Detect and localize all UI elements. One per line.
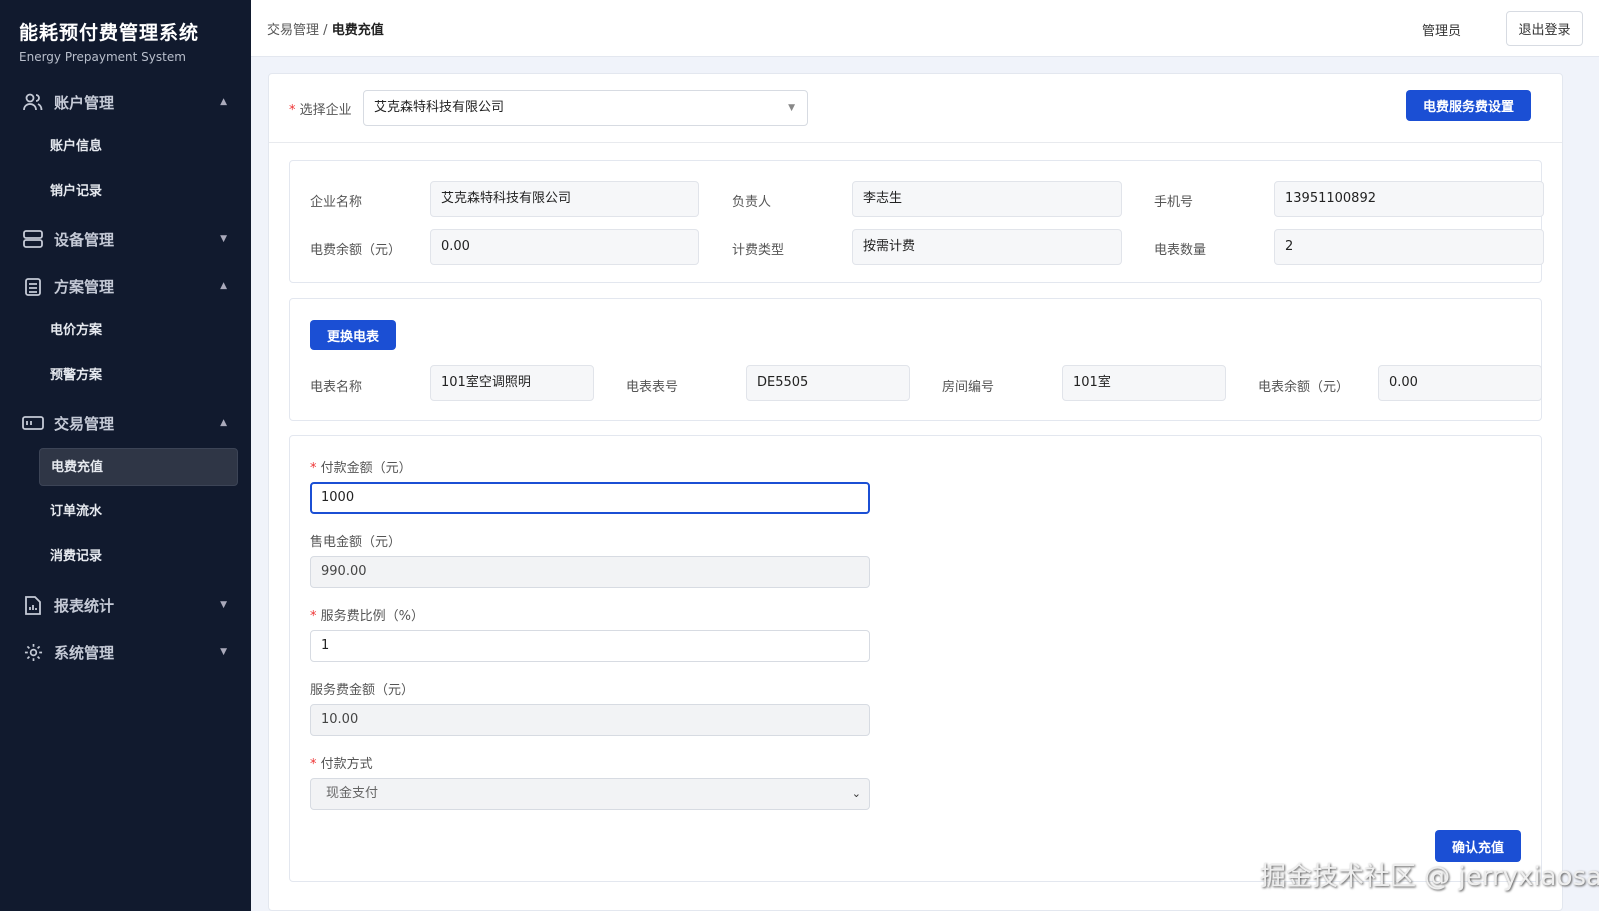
payment-form: * 付款金额（元） 1000 售电金额（元） 990.00 * 服务费比例（%）… <box>289 435 1542 882</box>
recharge-card: * 选择企业 艾克森特科技有限公司 ▼ 电费服务费设置 企业名称 艾克森特科技有限… <box>268 73 1563 911</box>
caret-down-icon: ▼ <box>788 103 795 113</box>
chevron-down-icon: ▼ <box>220 234 227 244</box>
menu-label: 报表统计 <box>54 596 115 615</box>
chevron-up-icon: ▲ <box>220 418 227 428</box>
chevron-down-icon: ⌄ <box>851 787 861 800</box>
breadcrumb-current: 电费充值 <box>331 23 384 38</box>
pay-method-label: * 付款方式 <box>310 757 373 772</box>
room-no-label: 房间编号 <box>942 380 995 395</box>
meter-balance-field: 0.00 <box>1378 365 1542 401</box>
sidebar: 能耗预付费管理系统 Energy Prepayment System 账户管理 ▲… <box>0 0 251 911</box>
watermark: 掘金技术社区 @ jerryxiaosa <box>1260 862 1599 892</box>
menu-label: 账户管理 <box>54 93 115 112</box>
sidebar-item-recharge[interactable]: 电费充值 <box>39 448 238 486</box>
meter-no-label: 电表表号 <box>626 380 679 395</box>
phone-label: 手机号 <box>1154 195 1194 210</box>
gear-icon <box>22 641 44 663</box>
service-ratio-label: * 服务费比例（%） <box>310 609 424 624</box>
app-title: 能耗预付费管理系统 <box>19 22 200 44</box>
sidebar-item-account-info[interactable]: 账户信息 <box>39 128 238 166</box>
breadcrumb-separator: / <box>323 23 328 38</box>
server-icon <box>22 228 44 250</box>
company-select[interactable]: 艾克森特科技有限公司 ▼ <box>363 90 808 126</box>
service-fee-label: 服务费金额（元） <box>310 683 415 698</box>
sidebar-item-consumption[interactable]: 消费记录 <box>39 538 238 576</box>
service-fee-settings-button[interactable]: 电费服务费设置 <box>1406 90 1531 121</box>
clipboard-icon <box>22 275 44 297</box>
sidebar-item-price-plan[interactable]: 电价方案 <box>39 312 238 350</box>
header: 交易管理 / 电费充值 管理员 退出登录 <box>251 0 1599 57</box>
meter-count-label: 电表数量 <box>1154 243 1207 258</box>
chevron-down-icon: ▼ <box>220 647 227 657</box>
select-company-label: * 选择企业 <box>289 103 352 118</box>
meter-count-field: 2 <box>1274 229 1544 265</box>
owner-field: 李志生 <box>852 181 1122 217</box>
owner-label: 负责人 <box>732 195 772 210</box>
chevron-up-icon: ▲ <box>220 97 227 107</box>
service-fee-field: 10.00 <box>310 704 870 736</box>
meter-balance-label: 电表余额（元） <box>1258 380 1350 395</box>
room-no-field: 101室 <box>1062 365 1226 401</box>
logout-button[interactable]: 退出登录 <box>1506 11 1583 46</box>
menu-reports[interactable]: 报表统计 ▼ <box>0 585 251 625</box>
billing-type-label: 计费类型 <box>732 243 785 258</box>
sidebar-item-closed-accounts[interactable]: 销户记录 <box>39 173 238 211</box>
pay-method-select[interactable]: 现金支付 ⌄ <box>310 778 870 810</box>
billing-type-field: 按需计费 <box>852 229 1122 265</box>
company-select-bar: * 选择企业 艾克森特科技有限公司 ▼ 电费服务费设置 <box>269 74 1562 143</box>
meter-name-label: 电表名称 <box>310 380 363 395</box>
company-name-label: 企业名称 <box>310 195 363 210</box>
report-icon <box>22 594 44 616</box>
service-ratio-input[interactable]: 1 <box>310 630 870 662</box>
user-name: 管理员 <box>1421 24 1461 39</box>
pay-amount-label: * 付款金额（元） <box>310 461 412 476</box>
breadcrumb-parent[interactable]: 交易管理 <box>267 23 319 38</box>
chevron-down-icon: ▼ <box>220 600 227 610</box>
sidebar-item-alert-plan[interactable]: 预警方案 <box>39 357 238 395</box>
pay-amount-input[interactable]: 1000 <box>310 482 870 514</box>
users-icon <box>22 91 44 113</box>
meter-no-field: DE5505 <box>746 365 910 401</box>
meter-name-field: 101室空调照明 <box>430 365 594 401</box>
card-icon <box>22 412 44 434</box>
chevron-up-icon: ▲ <box>220 281 227 291</box>
breadcrumb: 交易管理 / 电费充值 <box>267 19 384 38</box>
sale-amount-label: 售电金额（元） <box>310 535 402 550</box>
balance-label: 电费余额（元） <box>310 243 402 258</box>
meter-info: 更换电表 电表名称 101室空调照明 电表表号 DE5505 房间编号 101室… <box>289 298 1542 421</box>
balance-field: 0.00 <box>430 229 699 265</box>
menu-system[interactable]: 系统管理 ▼ <box>0 632 251 672</box>
menu-transactions[interactable]: 交易管理 ▲ <box>0 403 251 443</box>
menu-devices[interactable]: 设备管理 ▼ <box>0 219 251 259</box>
menu-account[interactable]: 账户管理 ▲ <box>0 82 251 122</box>
company-name-field: 艾克森特科技有限公司 <box>430 181 699 217</box>
menu-label: 方案管理 <box>54 277 115 296</box>
menu-plans[interactable]: 方案管理 ▲ <box>0 266 251 306</box>
sidebar-item-orders[interactable]: 订单流水 <box>39 493 238 531</box>
change-meter-button[interactable]: 更换电表 <box>310 320 396 350</box>
menu-label: 交易管理 <box>54 414 115 433</box>
sale-amount-field: 990.00 <box>310 556 870 588</box>
menu-label: 系统管理 <box>54 643 115 662</box>
app-subtitle: Energy Prepayment System <box>19 50 186 64</box>
company-info: 企业名称 艾克森特科技有限公司 负责人 李志生 手机号 13951100892 … <box>289 160 1544 283</box>
phone-field: 13951100892 <box>1274 181 1544 217</box>
menu-label: 设备管理 <box>54 230 115 249</box>
